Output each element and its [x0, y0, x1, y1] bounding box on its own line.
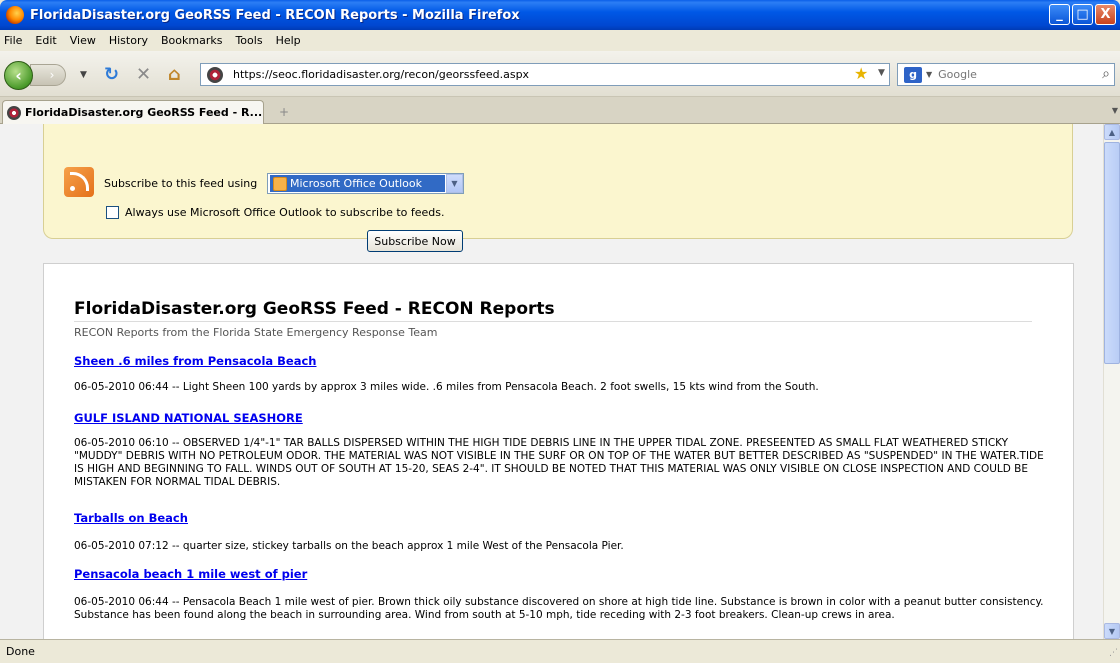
entry-title-link[interactable]: Tarballs on Beach — [74, 511, 188, 525]
search-icon[interactable]: ⌕ — [1102, 66, 1110, 82]
menu-tools[interactable]: Tools — [235, 34, 262, 47]
status-text: Done — [6, 645, 35, 658]
feed-reader-select[interactable]: Microsoft Office Outlook ▼ — [267, 173, 464, 194]
entry-body: 06-05-2010 06:44 -- Light Sheen 100 yard… — [74, 381, 819, 393]
always-use-label[interactable]: Always use Microsoft Office Outlook to s… — [125, 206, 445, 219]
always-use-checkbox[interactable] — [106, 206, 119, 219]
back-arrow-icon: ‹ — [15, 66, 22, 85]
scrollbar-thumb[interactable] — [1104, 142, 1120, 364]
resize-grip-icon[interactable]: ⋰ — [1109, 648, 1118, 658]
entry-body: 06-05-2010 06:44 -- Pensacola Beach 1 mi… — [74, 596, 1044, 621]
url-dropdown-icon[interactable]: ▼ — [878, 68, 885, 78]
menu-bookmarks[interactable]: Bookmarks — [161, 34, 222, 47]
menu-view[interactable]: View — [70, 34, 96, 47]
url-text[interactable]: https://seoc.floridadisaster.org/recon/g… — [233, 68, 529, 81]
chevron-down-icon[interactable]: ▼ — [446, 174, 463, 193]
menu-history[interactable]: History — [109, 34, 148, 47]
entry-title-link[interactable]: Pensacola beach 1 mile west of pier — [74, 567, 307, 581]
vertical-scrollbar[interactable]: ▲ ▼ — [1103, 124, 1120, 639]
close-button[interactable]: X — [1095, 4, 1116, 25]
scroll-up-icon[interactable]: ▲ — [1104, 124, 1120, 140]
tab-active[interactable]: FloridaDisaster.org GeoRSS Feed - R... — [2, 100, 264, 124]
tab-label[interactable]: FloridaDisaster.org GeoRSS Feed - R... — [25, 106, 262, 119]
search-input[interactable] — [938, 68, 1089, 81]
home-icon[interactable]: ⌂ — [168, 64, 181, 85]
minimize-button[interactable]: _ — [1049, 4, 1070, 25]
tab-list-dropdown-icon[interactable]: ▼ — [1112, 106, 1118, 115]
title-divider — [74, 321, 1032, 322]
site-identity-icon[interactable] — [207, 66, 223, 83]
subscribe-now-button[interactable]: Subscribe Now — [367, 230, 463, 252]
subscribe-label: Subscribe to this feed using — [104, 177, 258, 190]
maximize-button[interactable]: □ — [1072, 4, 1093, 25]
search-bar[interactable]: g ▼ ⌕ — [897, 63, 1115, 86]
tab-favicon-icon — [7, 105, 21, 120]
feed-title: FloridaDisaster.org GeoRSS Feed - RECON … — [74, 299, 555, 319]
reload-icon[interactable]: ↻ — [104, 64, 119, 85]
entry-body: 06-05-2010 06:10 -- OBSERVED 1/4"-1" TAR… — [74, 437, 1044, 488]
bookmark-star-icon[interactable]: ★ — [854, 64, 868, 83]
scroll-down-icon[interactable]: ▼ — [1104, 623, 1120, 639]
entry-title-link[interactable]: Sheen .6 miles from Pensacola Beach — [74, 354, 316, 368]
forward-arrow-icon: › — [49, 68, 55, 82]
history-dropdown-icon[interactable]: ▼ — [80, 70, 87, 80]
url-bar[interactable]: https://seoc.floridadisaster.org/recon/g… — [200, 63, 890, 86]
engine-dropdown-icon[interactable]: ▼ — [926, 70, 932, 79]
entry-title-link[interactable]: GULF ISLAND NATIONAL SEASHORE — [74, 411, 303, 425]
menu-help[interactable]: Help — [276, 34, 301, 47]
firefox-logo-icon — [6, 6, 24, 24]
new-tab-button[interactable]: + — [272, 103, 296, 121]
entry-body: 06-05-2010 07:12 -- quarter size, sticke… — [74, 540, 624, 552]
feed-reader-selected: Microsoft Office Outlook — [290, 177, 422, 190]
google-engine-icon[interactable]: g — [904, 66, 922, 83]
window-title: FloridaDisaster.org GeoRSS Feed - RECON … — [30, 7, 520, 23]
window-title-bar[interactable]: FloridaDisaster.org GeoRSS Feed - RECON … — [0, 0, 1120, 30]
rss-feed-icon — [64, 167, 94, 197]
stop-icon[interactable]: ✕ — [136, 64, 151, 85]
status-bar: Done — [0, 639, 1120, 663]
menu-file[interactable]: File — [4, 34, 22, 47]
menu-edit[interactable]: Edit — [35, 34, 56, 47]
feed-subtitle: RECON Reports from the Florida State Eme… — [74, 326, 438, 339]
outlook-icon — [273, 176, 287, 191]
back-button[interactable]: ‹ — [4, 61, 33, 90]
menu-bar: File Edit View History Bookmarks Tools H… — [0, 30, 1120, 51]
forward-button[interactable]: › — [30, 64, 66, 86]
